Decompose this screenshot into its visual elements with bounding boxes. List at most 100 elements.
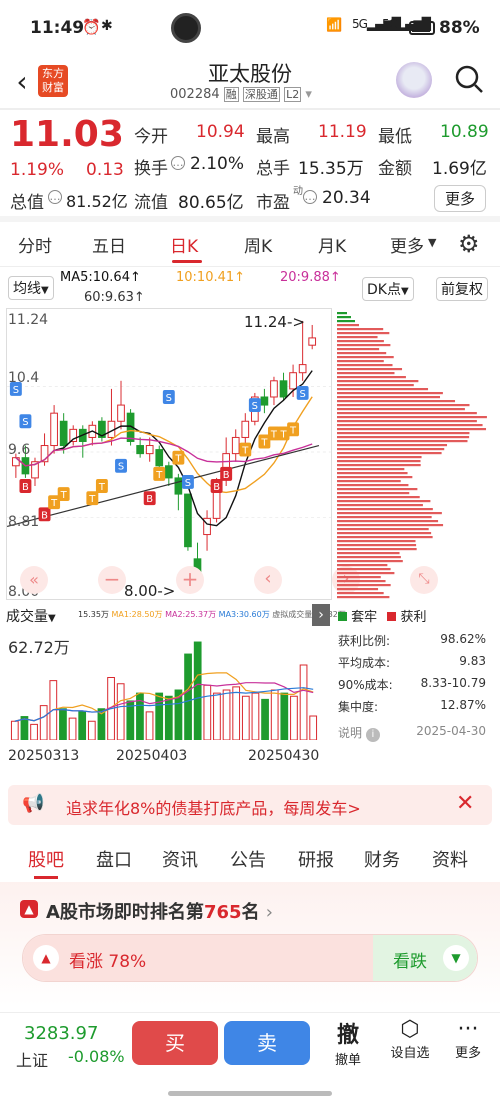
tab-more[interactable]: 更多 (390, 232, 424, 257)
tab-intraday[interactable]: 分时 (18, 232, 52, 257)
tab-announcements[interactable]: 公告 (230, 846, 266, 872)
info-icon[interactable]: … (171, 156, 185, 170)
svg-text:B: B (146, 494, 153, 505)
chip-bar (337, 368, 403, 371)
section-tabs: 股吧 盘口 资讯 公告 研报 财务 资料 (0, 840, 500, 880)
sell-button[interactable]: 卖 (224, 1021, 310, 1065)
volume-selector[interactable]: 成交量▼ (6, 606, 56, 626)
tab-forum[interactable]: 股吧 (28, 846, 64, 872)
chip-bar (337, 512, 442, 515)
hexagon-settings-icon: ⬡ (400, 1017, 420, 1042)
tab-orderbook[interactable]: 盘口 (96, 846, 132, 872)
date-mid: 20250403 (116, 748, 188, 764)
chip-bar (337, 404, 470, 407)
chip-bar (337, 580, 386, 583)
rank-card[interactable]: ▲ A股市场即时排名第765名 › ▲ 看涨 78% 看跌 ▼ (0, 882, 500, 1006)
caret-down-icon: ▼ (48, 613, 56, 624)
explain-row[interactable]: 说明 i 2025-04-30 (338, 724, 500, 742)
volume-bar (68, 717, 77, 740)
index-change: -0.08% (68, 1047, 125, 1066)
robot-assistant-icon[interactable] (396, 62, 432, 98)
chip-bar (337, 424, 483, 427)
open-value: 10.94 (196, 122, 245, 142)
caret-down-icon: ▼ (428, 236, 437, 249)
cancel-order-label: 撤单 (334, 1053, 361, 1068)
volume-bar (241, 695, 250, 740)
more-dots-icon: ··· (457, 1017, 479, 1042)
bottom-toolbar: 3283.97 上证 -0.08% 买 卖 撤 撤单 ⬡ 设自选 ··· 更多 (0, 1012, 500, 1102)
candle (298, 364, 307, 374)
index-name: 上证 (16, 1051, 49, 1070)
close-icon[interactable]: ✕ (456, 791, 474, 816)
buy-button[interactable]: 买 (132, 1021, 218, 1065)
chip-bar (337, 316, 351, 319)
tab-weekly-k[interactable]: 周K (244, 232, 272, 257)
add-watchlist-button[interactable]: ⬡ 设自选 (382, 1017, 438, 1071)
float-value: 80.65亿 (178, 193, 244, 213)
settings-gear-icon[interactable]: ⚙ (458, 230, 480, 258)
more-quote-button[interactable]: 更多 (434, 185, 487, 212)
bearish-button[interactable]: 看跌 ▼ (373, 935, 477, 981)
mktcap-label: 总值 (10, 193, 44, 213)
expand-panel-arrow-icon[interactable]: › (312, 604, 330, 626)
candle (174, 477, 183, 495)
add-watchlist-label: 设自选 (390, 1046, 430, 1061)
tab-daily-k[interactable]: 日K (170, 232, 198, 257)
candle (260, 396, 269, 406)
candle (289, 372, 297, 390)
cancel-order-button[interactable]: 撤 撤单 (326, 1017, 370, 1071)
open-label: 今开 (134, 127, 168, 147)
zoom-in-icon[interactable]: + (176, 566, 204, 594)
candlestick-chart[interactable]: BBTT TTSBTSTS BBTSTT T TSSS (6, 308, 332, 600)
search-icon[interactable] (454, 64, 484, 94)
bullish-button[interactable]: ▲ 看涨 78% (23, 935, 373, 981)
tab-news[interactable]: 资讯 (162, 846, 198, 872)
chip-bar (337, 360, 384, 363)
amount-label: 金额 (378, 159, 412, 179)
volume-bar (164, 695, 173, 740)
sell-signal-marker: S (115, 458, 127, 473)
svg-text:S: S (185, 478, 191, 489)
zoom-out-icon[interactable]: − (98, 566, 126, 594)
volume-bar (78, 711, 87, 740)
svg-text:B: B (213, 482, 220, 493)
tab-monthly-k[interactable]: 月K (318, 232, 346, 257)
candle (59, 420, 68, 447)
tab-finance[interactable]: 财务 (364, 846, 400, 872)
candle (117, 404, 125, 422)
chip-bar (337, 452, 442, 455)
scroll-left-icon[interactable]: « (20, 566, 48, 594)
index-value[interactable]: 3283.97 (24, 1023, 98, 1044)
chip-bar (337, 376, 406, 379)
adjust-button[interactable]: 前复权 (436, 277, 488, 301)
ad-banner[interactable]: 📢 追求年化8%的债基打底产品，每周发车> ✕ (8, 785, 492, 825)
chip-bar (337, 312, 347, 315)
chip-bar (337, 564, 388, 567)
chip-bar (337, 464, 421, 467)
dk-point-button[interactable]: DK点▼ (362, 277, 414, 301)
step-left-icon[interactable]: ‹ (254, 566, 282, 594)
tab-research[interactable]: 研报 (298, 846, 334, 872)
svg-text:T: T (88, 494, 96, 505)
svg-text:T: T (50, 498, 58, 509)
volume-bar (184, 653, 192, 740)
chip-bar (337, 348, 380, 351)
more-button[interactable]: ··· 更多 (446, 1017, 490, 1071)
info-icon[interactable]: … (303, 190, 317, 204)
alarm-icon: ⏰ (82, 18, 101, 36)
chip-bar (337, 328, 384, 331)
tab-five-day[interactable]: 五日 (92, 232, 126, 257)
hold-signal-marker: T (153, 466, 166, 481)
volume-value: 15.35万 (298, 159, 364, 179)
volume-bar (39, 705, 48, 740)
dropdown-icon[interactable]: ▾ (305, 87, 312, 102)
stock-header: ‹ 东方 财富 亚太股份 002284 融 深股通 L2 ▾ (0, 56, 500, 108)
volume-max-label: 62.72万 (8, 638, 70, 657)
info-icon[interactable]: … (48, 190, 62, 204)
candle (308, 337, 317, 346)
chip-bar (337, 324, 359, 327)
candle (155, 449, 164, 467)
ma-toggle[interactable]: 均线▼ (8, 276, 54, 300)
hold-signal-marker: T (86, 491, 99, 505)
tab-profile[interactable]: 资料 (432, 846, 468, 872)
